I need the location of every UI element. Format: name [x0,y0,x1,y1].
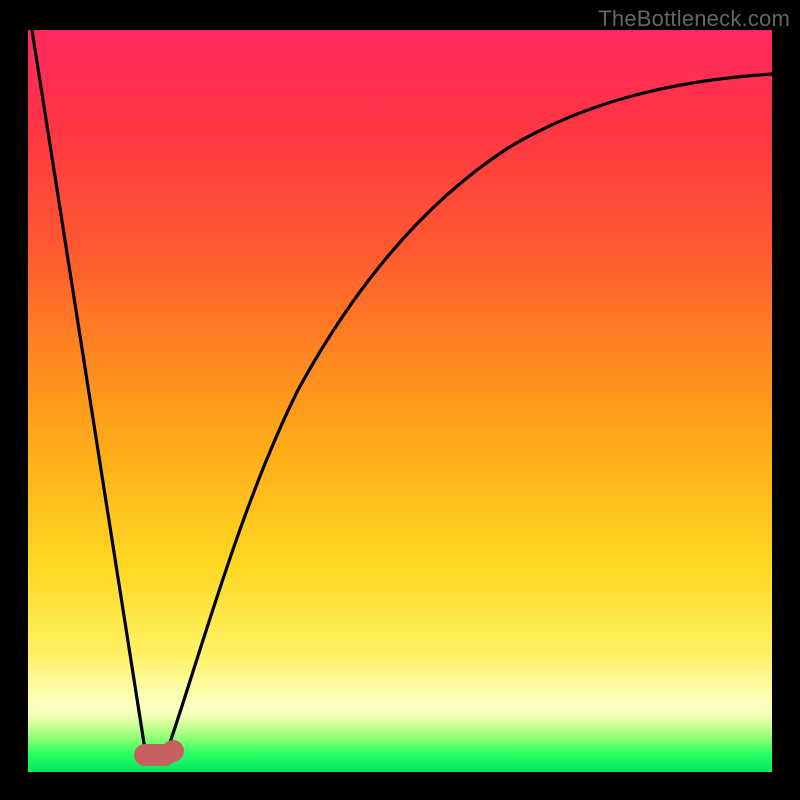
bottleneck-curve-layer [28,30,772,772]
watermark-text: TheBottleneck.com [598,6,790,32]
bottleneck-curve [32,30,772,763]
optimal-point-marker-lobe [162,740,184,762]
chart-area [28,30,772,772]
